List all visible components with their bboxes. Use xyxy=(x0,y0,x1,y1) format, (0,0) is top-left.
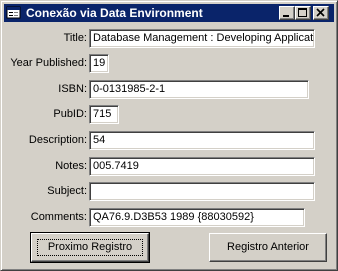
pubid-field[interactable]: 715 xyxy=(89,105,119,124)
label-title: Title: xyxy=(63,32,87,44)
focus-indicator xyxy=(37,239,143,256)
title-field[interactable]: Database Management : Developing Applica… xyxy=(89,29,315,48)
maximize-button[interactable] xyxy=(295,6,311,20)
label-description: Description: xyxy=(28,134,87,146)
title-bar[interactable]: Conexão via Data Environment xyxy=(4,4,334,22)
label-pubid: PubID: xyxy=(53,108,87,120)
main-window: Conexão via Data Environment Title: Data… xyxy=(0,0,338,271)
label-comments: Comments: xyxy=(30,211,87,223)
close-icon xyxy=(316,8,325,17)
description-field[interactable]: 54 xyxy=(89,131,315,150)
close-button[interactable] xyxy=(313,6,329,20)
next-record-button[interactable]: Proximo Registro xyxy=(30,232,150,263)
previous-record-label: Registro Anterior xyxy=(227,241,309,253)
window-title: Conexão via Data Environment xyxy=(26,6,203,20)
subject-field[interactable] xyxy=(89,182,315,201)
label-isbn: ISBN: xyxy=(58,83,87,95)
notes-field[interactable]: 005.7419 xyxy=(89,157,315,176)
maximize-icon xyxy=(298,8,307,17)
form-icon xyxy=(6,5,22,21)
minimize-button[interactable] xyxy=(279,6,295,20)
previous-record-button[interactable]: Registro Anterior xyxy=(209,233,327,262)
label-notes: Notes: xyxy=(55,160,87,172)
isbn-field[interactable]: 0-0131985-2-1 xyxy=(89,80,309,99)
minimize-icon xyxy=(283,15,289,17)
label-year-published: Year Published: xyxy=(10,57,87,69)
label-subject: Subject: xyxy=(47,185,87,197)
comments-field[interactable]: QA76.9.D3B53 1989 {88030592} xyxy=(89,208,305,227)
year-published-field[interactable]: 19 xyxy=(89,54,109,73)
